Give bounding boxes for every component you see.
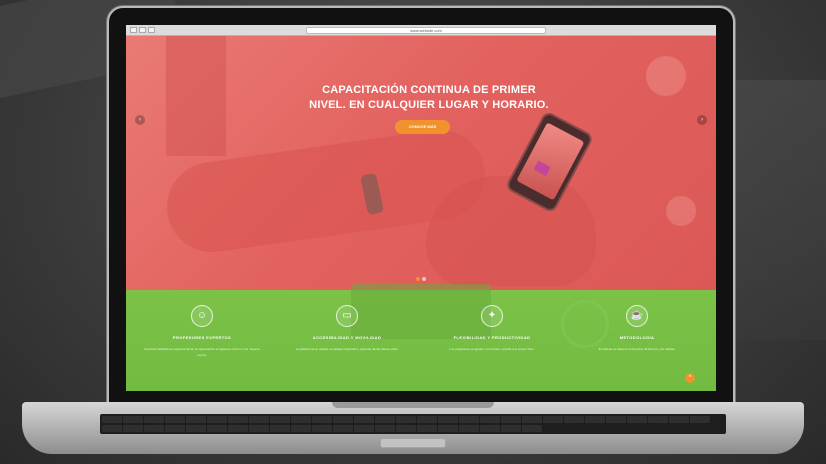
keyboard-key <box>228 424 248 432</box>
keyboard-key <box>417 416 437 423</box>
feature-methodology: ☕ METODOLOGÍA El método se basa en conte… <box>578 305 696 352</box>
keyboard-key <box>333 416 353 423</box>
browser-toolbar: www.website.com <box>126 25 716 36</box>
learn-more-button[interactable]: CONOCE MÁS <box>395 120 450 134</box>
hero-slider: CAPACITACIÓN CONTINUA DE PRIMER NIVEL. E… <box>126 36 716 290</box>
keyboard-key <box>249 424 269 432</box>
keyboard-key <box>333 424 353 432</box>
keyboard-key <box>102 416 122 423</box>
slider-dots <box>416 277 426 281</box>
phone-app-tile <box>533 160 551 177</box>
keyboard-key <box>417 424 437 432</box>
keyboard-key <box>186 424 206 432</box>
slider-dot[interactable] <box>416 277 420 281</box>
keyboard-key <box>438 424 458 432</box>
keyboard-key <box>375 424 395 432</box>
hero-title-line2: NIVEL. EN CUALQUIER LUGAR Y HORARIO. <box>309 99 549 111</box>
keyboard-key <box>396 424 416 432</box>
laptop-base <box>22 402 804 454</box>
feature-text: El método se basa en contenidos dinámico… <box>598 347 676 351</box>
keyboard-key <box>165 416 185 423</box>
feature-flexibility: ✦ FLEXIBILIDAD Y PRODUCTIVIDAD Los progr… <box>433 305 551 352</box>
keyboard-key <box>312 424 332 432</box>
browser-forward-button[interactable] <box>139 27 146 33</box>
hero-photo-hand <box>426 176 596 286</box>
keyboard-key <box>270 424 290 432</box>
laptop-keyboard <box>100 414 726 434</box>
keyboard-key <box>375 416 395 423</box>
keyboard-key <box>480 416 500 423</box>
keyboard-key <box>627 416 647 423</box>
features-section: ☺ PROFESORES EXPERTOS Nuestros facilitad… <box>126 284 716 391</box>
keyboard-key <box>564 416 584 423</box>
hero-bokeh <box>666 196 696 226</box>
keyboard-key <box>123 424 143 432</box>
keyboard-key <box>501 416 521 423</box>
keyboard-key <box>102 424 122 432</box>
scroll-top-icon[interactable]: ^ <box>685 373 695 383</box>
keyboard-key <box>186 416 206 423</box>
slider-dot[interactable] <box>422 277 426 281</box>
keyboard-key <box>480 424 500 432</box>
laptop-hinge <box>332 402 494 408</box>
keyboard-key <box>291 416 311 423</box>
keyboard-key <box>228 416 248 423</box>
keyboard-key <box>522 416 542 423</box>
laptop-screen: www.website.com CAPACITACIÓN CONTINUA DE… <box>126 25 716 391</box>
keyboard-key <box>123 416 143 423</box>
feature-text: Nuestros facilitadores expertos llevan l… <box>144 347 260 357</box>
keyboard-key <box>354 416 374 423</box>
keyboard-key <box>690 416 710 423</box>
slider-next-icon[interactable]: › <box>697 115 707 125</box>
hero-title-line1: CAPACITACIÓN CONTINUA DE PRIMER <box>322 84 536 96</box>
keyboard-key <box>207 424 227 432</box>
keyboard-key <box>165 424 185 432</box>
keyboard-key <box>648 416 668 423</box>
keyboard-key <box>396 416 416 423</box>
coffee-icon: ☕ <box>626 305 648 327</box>
keyboard-key <box>207 416 227 423</box>
keyboard-key <box>501 424 521 432</box>
lightbulb-icon: ✦ <box>481 305 503 327</box>
feature-text: La plataforma se adapta a cualquier disp… <box>295 347 399 351</box>
keyboard-key <box>543 416 563 423</box>
browser-tabs-button[interactable] <box>148 27 155 33</box>
keyboard-key <box>144 424 164 432</box>
keyboard-key <box>144 416 164 423</box>
feature-accessibility: ▭ ACCESIBILIDAD Y MOVILIDAD La plataform… <box>288 305 406 352</box>
keyboard-key <box>522 424 542 432</box>
feature-text: Los programas se ajustan a tu horario, e… <box>449 347 535 351</box>
feature-title: FLEXIBILIDAD Y PRODUCTIVIDAD <box>453 335 531 340</box>
browser-back-button[interactable] <box>130 27 137 33</box>
feature-title: ACCESIBILIDAD Y MOVILIDAD <box>312 335 382 340</box>
url-field[interactable]: www.website.com <box>306 27 546 34</box>
devices-icon: ▭ <box>336 305 358 327</box>
phone-screen <box>516 122 585 201</box>
laptop-trackpad <box>380 438 446 448</box>
keyboard-key <box>585 416 605 423</box>
keyboard-key <box>270 416 290 423</box>
keyboard-key <box>669 416 689 423</box>
keyboard-key <box>291 424 311 432</box>
keyboard-key <box>459 416 479 423</box>
teacher-icon: ☺ <box>191 305 213 327</box>
keyboard-key <box>438 416 458 423</box>
keyboard-key <box>312 416 332 423</box>
keyboard-key <box>354 424 374 432</box>
keyboard-key <box>459 424 479 432</box>
feature-title: PROFESORES EXPERTOS <box>172 335 232 340</box>
slider-prev-icon[interactable]: ‹ <box>135 115 145 125</box>
keyboard-key <box>249 416 269 423</box>
feature-title: METODOLOGÍA <box>619 335 655 340</box>
feature-experts: ☺ PROFESORES EXPERTOS Nuestros facilitad… <box>143 305 261 358</box>
hero-title: CAPACITACIÓN CONTINUA DE PRIMER NIVEL. E… <box>126 83 716 113</box>
keyboard-key <box>606 416 626 423</box>
